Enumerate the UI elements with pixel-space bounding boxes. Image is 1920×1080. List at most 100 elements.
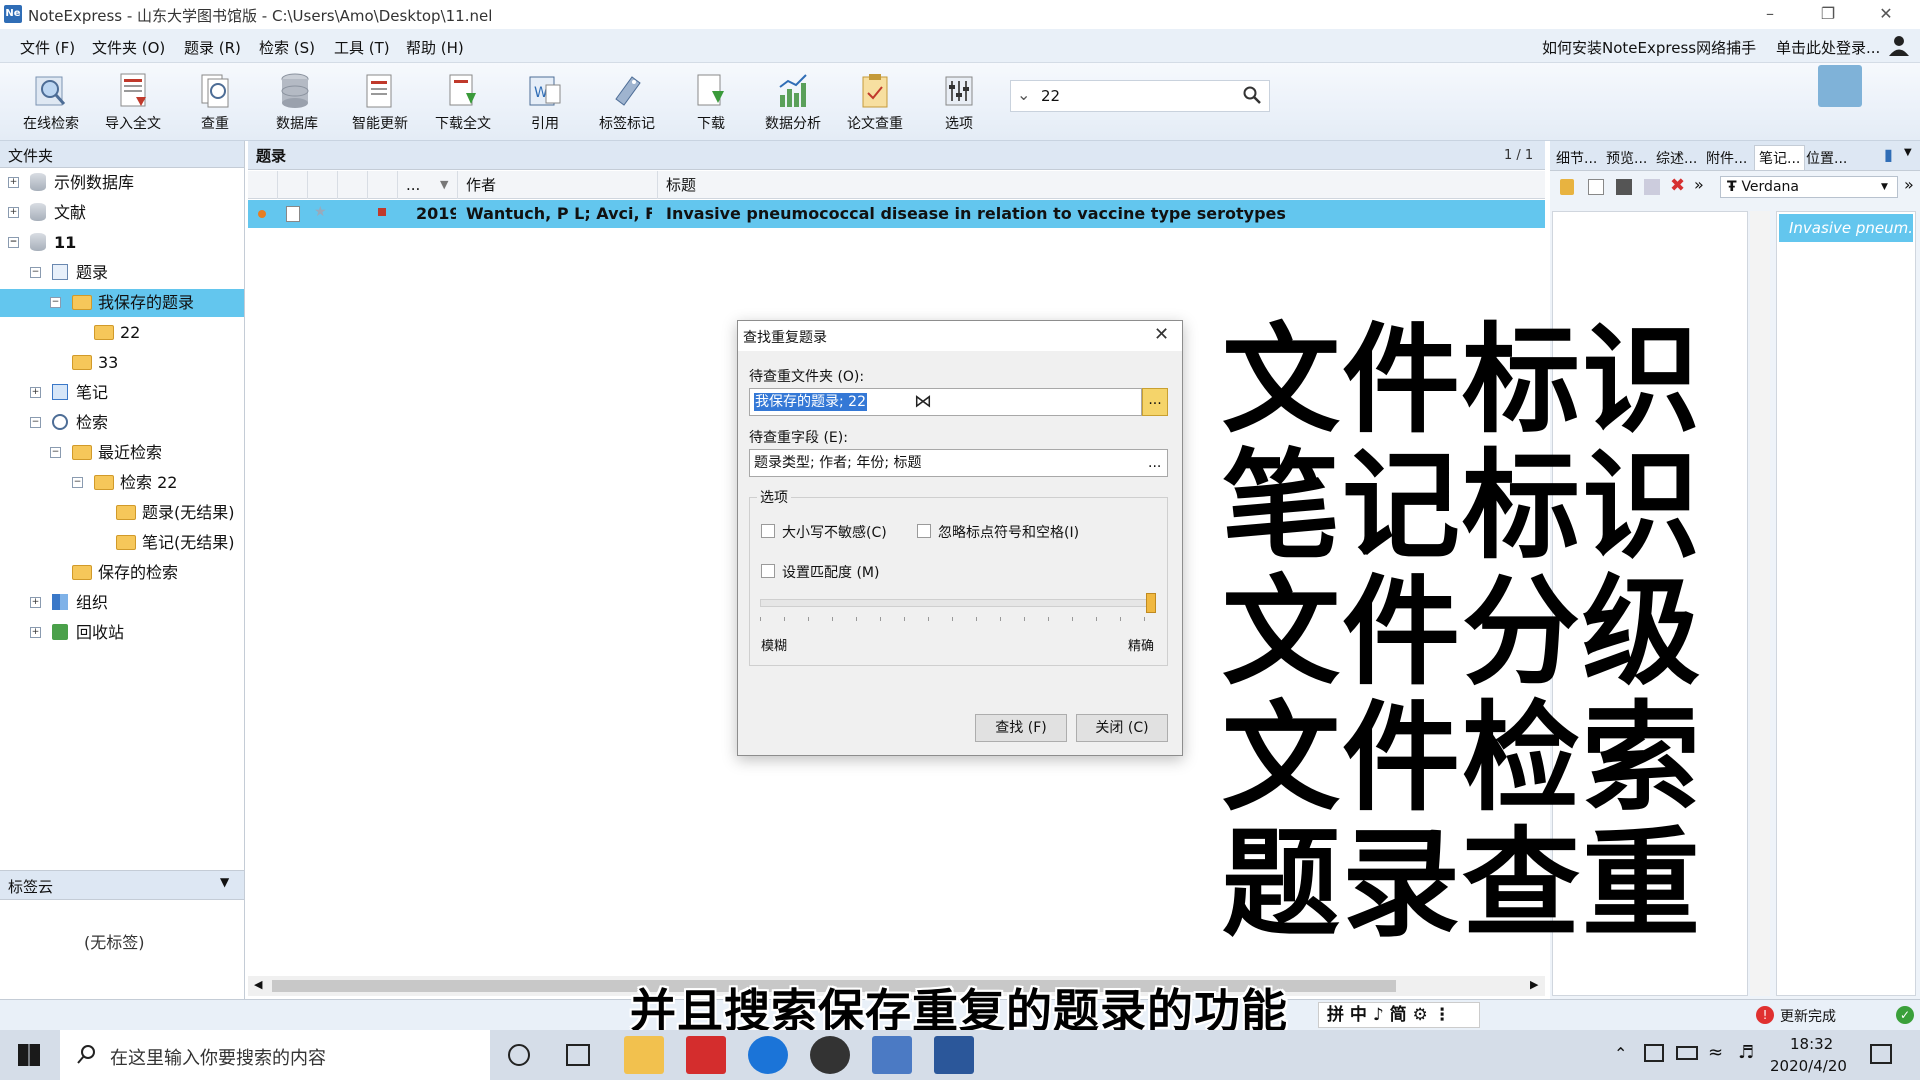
col-color[interactable]	[368, 171, 398, 199]
tree-item-literature[interactable]: + 文献	[0, 199, 244, 227]
close-icon[interactable]: ✕	[1154, 324, 1169, 345]
task-view-icon[interactable]	[566, 1044, 590, 1066]
delete-icon[interactable]: ✖	[1670, 175, 1685, 196]
tree-item-search-22[interactable]: − 检索 22	[0, 469, 244, 497]
login-link[interactable]: 单击此处登录...	[1776, 37, 1880, 58]
new-note-icon[interactable]	[1588, 179, 1604, 195]
youdao-icon[interactable]	[686, 1036, 726, 1074]
note-item[interactable]: Invasive pneum...	[1779, 214, 1913, 242]
chevron-down-icon[interactable]: ▼	[1904, 147, 1912, 158]
match-slider-track[interactable]	[760, 599, 1156, 607]
word-icon[interactable]	[934, 1036, 974, 1074]
col-flag[interactable]	[248, 171, 278, 199]
obs-icon[interactable]	[810, 1036, 850, 1074]
save-icon[interactable]	[1616, 179, 1632, 195]
scroll-right-icon[interactable]: ▶	[1530, 978, 1538, 991]
tree-item-search[interactable]: − 检索	[0, 409, 244, 437]
tree-item-recent-search[interactable]: − 最近检索	[0, 439, 244, 467]
fields-field[interactable]: 题录类型; 作者; 年份; 标题 ...	[749, 449, 1168, 477]
col-read[interactable]	[338, 171, 368, 199]
chevron-down-icon[interactable]: ⌄	[1017, 85, 1030, 104]
match-slider-thumb[interactable]	[1146, 593, 1156, 613]
tree-item-notes[interactable]: + 笔记	[0, 379, 244, 407]
pin-icon[interactable]: ▮	[1884, 145, 1893, 164]
file-explorer-icon[interactable]	[624, 1036, 664, 1074]
menu-search[interactable]: 检索 (S)	[259, 37, 315, 58]
tab-notes[interactable]: 笔记...	[1754, 145, 1806, 170]
more-icon[interactable]: »	[1904, 175, 1914, 194]
star-icon[interactable]: ★	[314, 204, 327, 220]
search-box[interactable]: ⌄ 22	[1010, 80, 1270, 112]
menu-folder[interactable]: 文件夹 (O)	[92, 37, 165, 58]
taskbar-search[interactable]: 在这里输入你要搜索的内容	[60, 1030, 490, 1080]
download-fulltext-button[interactable]: 下载全文	[426, 69, 500, 139]
close-window-button[interactable]: ✕	[1858, 0, 1914, 29]
case-insensitive-checkbox[interactable]	[761, 524, 775, 538]
col-title[interactable]: 标题	[658, 171, 1545, 199]
search-input[interactable]: 22	[1041, 87, 1060, 105]
tab-summary[interactable]: 综述...	[1656, 148, 1697, 168]
tree-item-recycle-bin[interactable]: + 回收站	[0, 619, 244, 647]
col-year[interactable]: ... ▼	[398, 171, 458, 199]
col-author[interactable]: 作者	[458, 171, 658, 199]
more-icon[interactable]: »	[1694, 175, 1704, 194]
options-button[interactable]: 选项	[922, 69, 996, 139]
scroll-left-icon[interactable]: ◀	[254, 978, 262, 991]
notification-icon[interactable]	[1870, 1044, 1892, 1064]
font-select[interactable]: Ŧ Verdana ▼	[1720, 176, 1898, 198]
edge-icon[interactable]	[748, 1036, 788, 1074]
clock-date[interactable]: 2020/4/20	[1770, 1057, 1847, 1075]
sync-icon[interactable]	[1818, 65, 1862, 107]
col-attach[interactable]	[278, 171, 308, 199]
tab-location[interactable]: 位置...	[1806, 148, 1847, 168]
clock-time[interactable]: 18:32	[1790, 1035, 1833, 1053]
menu-help[interactable]: 帮助 (H)	[406, 37, 464, 58]
close-button[interactable]: 关闭 (C)	[1076, 714, 1168, 742]
tree-item-my-saved-records[interactable]: − 我保存的题录	[0, 289, 244, 317]
lock-icon[interactable]	[1560, 179, 1574, 195]
cortana-icon[interactable]	[508, 1044, 530, 1066]
data-analysis-button[interactable]: 数据分析	[756, 69, 830, 139]
tray-app-icon[interactable]	[1644, 1044, 1664, 1062]
wifi-icon[interactable]: ≈	[1708, 1042, 1723, 1063]
note-editor[interactable]: Invasive pneum...	[1776, 211, 1916, 996]
menu-file[interactable]: 文件 (F)	[20, 37, 75, 58]
tree-item-saved-search[interactable]: 保存的检索	[0, 559, 244, 587]
tree-item-22[interactable]: 22	[0, 319, 244, 347]
online-search-button[interactable]: 在线检索	[14, 69, 88, 139]
ime-toolbar[interactable]: 拼 中 ♪ 简 ⚙ ⋮	[1318, 1002, 1480, 1028]
minimize-button[interactable]: –	[1742, 0, 1798, 29]
tray-chevron-icon[interactable]: ⌃	[1614, 1044, 1627, 1063]
browse-folder-button[interactable]: ...	[1142, 388, 1168, 416]
tree-item-organize[interactable]: + 组织	[0, 589, 244, 617]
tree-item-records-no-result[interactable]: 题录(无结果)	[0, 499, 244, 527]
network-capture-link[interactable]: 如何安装NoteExpress网络捕手	[1542, 37, 1756, 58]
print-icon[interactable]	[1644, 179, 1660, 195]
ignore-punctuation-checkbox[interactable]	[917, 524, 931, 538]
menu-record[interactable]: 题录 (R)	[184, 37, 241, 58]
download-button[interactable]: 下载	[674, 69, 748, 139]
vertical-scrollbar[interactable]	[1750, 211, 1770, 996]
smart-update-button[interactable]: 智能更新	[343, 69, 417, 139]
set-match-checkbox[interactable]	[761, 564, 775, 578]
tree-item-11[interactable]: −11	[0, 229, 244, 257]
cite-button[interactable]: W 引用	[508, 69, 582, 139]
browse-fields-button[interactable]: ...	[1148, 450, 1161, 476]
tree-item-notes-no-result[interactable]: 笔记(无结果)	[0, 529, 244, 557]
menu-tools[interactable]: 工具 (T)	[334, 37, 390, 58]
dedupe-button[interactable]: 查重	[178, 69, 252, 139]
search-icon[interactable]	[1243, 86, 1261, 108]
noteexpress-taskbar-icon[interactable]	[872, 1036, 912, 1074]
battery-icon[interactable]	[1676, 1046, 1698, 1060]
folder-field[interactable]: 我保存的题录; 22	[749, 388, 1142, 416]
col-star[interactable]	[308, 171, 338, 199]
paper-check-button[interactable]: 论文查重	[838, 69, 912, 139]
tag-mark-button[interactable]: 标签标记	[590, 69, 664, 139]
tab-preview[interactable]: 预览...	[1606, 148, 1647, 168]
chevron-down-icon[interactable]: ▼	[220, 875, 229, 889]
tree-item-example-db[interactable]: + 示例数据库	[0, 169, 244, 197]
restore-button[interactable]: ❐	[1800, 0, 1856, 29]
windows-start-icon[interactable]	[18, 1044, 40, 1066]
tree-item-records[interactable]: − 题录	[0, 259, 244, 287]
volume-icon[interactable]: ♬	[1738, 1042, 1754, 1063]
